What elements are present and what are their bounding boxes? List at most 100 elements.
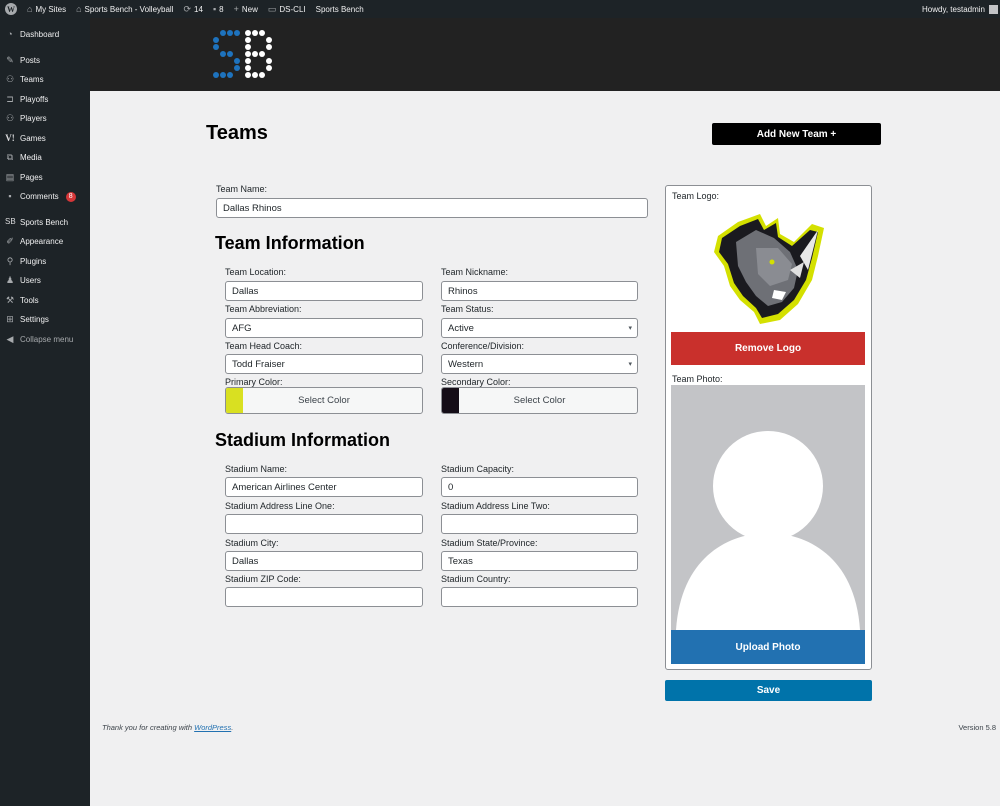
footer-thanks-text: Thank you for creating with bbox=[102, 723, 195, 732]
stadium-country-label: Stadium Country: bbox=[441, 574, 511, 584]
team-name-input[interactable]: Dallas Rhinos bbox=[216, 198, 648, 218]
sports-bench-menu[interactable]: Sports Bench bbox=[311, 0, 369, 18]
team-head-coach-value: Todd Fraiser bbox=[232, 358, 285, 370]
page-title: Teams bbox=[206, 122, 268, 144]
updates-menu[interactable]: ⟳ 14 bbox=[178, 0, 207, 18]
my-sites-menu[interactable]: ⌂ My Sites bbox=[22, 0, 71, 18]
my-sites-label: My Sites bbox=[35, 4, 67, 14]
new-content-menu[interactable]: + New bbox=[229, 0, 263, 18]
sidebar-item-users[interactable]: ♟ Users bbox=[0, 271, 90, 291]
versus-icon: V! bbox=[5, 132, 15, 143]
ds-cli-label: DS-CLI bbox=[279, 4, 306, 14]
team-nickname-input[interactable]: Rhinos bbox=[441, 281, 638, 301]
select-color-label: Select Color bbox=[513, 395, 566, 406]
sidebar-item-teams[interactable]: ⚇ Teams bbox=[0, 70, 90, 90]
team-head-coach-input[interactable]: Todd Fraiser bbox=[225, 354, 423, 374]
stadium-name-input[interactable]: American Airlines Center bbox=[225, 477, 423, 497]
conference-division-select[interactable]: Western ▾ bbox=[441, 354, 638, 374]
sidebar-item-label: Players bbox=[20, 114, 47, 124]
logo-b-dots bbox=[245, 30, 272, 78]
stadium-state-input[interactable]: Texas bbox=[441, 551, 638, 571]
sidebar-item-tools[interactable]: ⚒ Tools bbox=[0, 291, 90, 311]
stadium-zip-input[interactable] bbox=[225, 587, 423, 607]
wordpress-icon: W bbox=[5, 3, 17, 15]
team-name-value: Dallas Rhinos bbox=[223, 202, 282, 214]
stadium-country-input[interactable] bbox=[441, 587, 638, 607]
stadium-city-value: Dallas bbox=[232, 555, 259, 567]
stadium-capacity-input[interactable]: 0 bbox=[441, 477, 638, 497]
sidebar-item-playoffs[interactable]: ⊐ Playoffs bbox=[0, 90, 90, 110]
team-nickname-label: Team Nickname: bbox=[441, 267, 509, 277]
admin-sidebar: ◔ Dashboard ✎ Posts ⚇ Teams ⊐ Playoffs ⚇ Play… bbox=[0, 18, 90, 806]
collapse-icon: ◀ bbox=[6, 333, 14, 344]
sidebar-item-label: Pages bbox=[20, 172, 43, 182]
sidebar-item-sports-bench[interactable]: SB Sports Bench bbox=[0, 213, 90, 233]
sidebar-item-appearance[interactable]: ✐ Appearance bbox=[0, 232, 90, 252]
remove-logo-button[interactable]: Remove Logo bbox=[671, 332, 865, 365]
wrench-icon: ⚒ bbox=[5, 294, 15, 305]
stadium-address-two-label: Stadium Address Line Two: bbox=[441, 501, 550, 511]
sidebar-item-players[interactable]: ⚇ Players bbox=[0, 109, 90, 129]
sidebar-item-comments[interactable]: ▪ Comments 8 bbox=[0, 187, 90, 207]
sidebar-item-label: Collapse menu bbox=[20, 334, 74, 344]
save-button[interactable]: Save bbox=[665, 680, 872, 701]
footer-thanks: Thank you for creating with WordPress. bbox=[102, 723, 233, 732]
secondary-color-swatch bbox=[442, 388, 459, 413]
account-menu[interactable]: Howdy, testadmin bbox=[917, 0, 1000, 18]
comments-badge: 8 bbox=[65, 191, 76, 202]
primary-color-button[interactable]: Select Color bbox=[225, 387, 423, 414]
sidebar-item-label: Posts bbox=[20, 55, 41, 65]
sidebar-item-label: Playoffs bbox=[20, 94, 49, 104]
new-label: New bbox=[241, 4, 258, 14]
stadium-information-heading: Stadium Information bbox=[215, 430, 390, 450]
stadium-state-label: Stadium State/Province: bbox=[441, 538, 538, 548]
comment-icon: ▪ bbox=[8, 191, 12, 202]
pin-icon: ✎ bbox=[6, 54, 14, 65]
team-location-label: Team Location: bbox=[225, 267, 287, 277]
bracket-icon: ⊐ bbox=[6, 93, 14, 104]
sidebar-item-media[interactable]: ⧉ Media bbox=[0, 148, 90, 168]
home-icon: ⌂ bbox=[76, 3, 82, 14]
site-name-menu[interactable]: ⌂ Sports Bench - Volleyball bbox=[71, 0, 178, 18]
primary-color-label: Primary Color: bbox=[225, 377, 283, 387]
team-abbreviation-input[interactable]: AFG bbox=[225, 318, 423, 338]
updates-icon: ⟳ bbox=[183, 3, 192, 14]
sidebar-item-games[interactable]: V! Games bbox=[0, 129, 90, 149]
sidebar-item-label: Games bbox=[20, 133, 46, 143]
stadium-city-input[interactable]: Dallas bbox=[225, 551, 423, 571]
chevron-down-icon: ▾ bbox=[628, 361, 632, 368]
sidebar-item-settings[interactable]: ⊞ Settings bbox=[0, 310, 90, 330]
team-location-input[interactable]: Dallas bbox=[225, 281, 423, 301]
stadium-city-label: Stadium City: bbox=[225, 538, 279, 548]
comments-menu[interactable]: ▪ 8 bbox=[208, 0, 229, 18]
terminal-icon: ▭ bbox=[267, 3, 277, 14]
sidebar-item-label: Media bbox=[20, 153, 42, 163]
team-photo-placeholder bbox=[671, 385, 865, 630]
stadium-address-two-input[interactable] bbox=[441, 514, 638, 534]
add-new-team-button[interactable]: Add New Team + bbox=[712, 123, 881, 145]
wordpress-logo-menu[interactable]: W bbox=[0, 0, 22, 18]
sidebar-item-plugins[interactable]: ⚲ Plugins bbox=[0, 252, 90, 272]
collapse-menu-button[interactable]: ◀ Collapse menu bbox=[0, 330, 90, 350]
sidebar-item-dashboard[interactable]: ◔ Dashboard bbox=[0, 25, 90, 45]
sidebar-item-label: Settings bbox=[20, 315, 49, 325]
team-abbreviation-value: AFG bbox=[232, 322, 252, 334]
sidebar-item-posts[interactable]: ✎ Posts bbox=[0, 51, 90, 71]
sidebar-item-pages[interactable]: ▤ Pages bbox=[0, 168, 90, 188]
person-silhouette-icon bbox=[676, 431, 860, 630]
secondary-color-label: Secondary Color: bbox=[441, 377, 511, 387]
upload-photo-button[interactable]: Upload Photo bbox=[671, 630, 865, 664]
dashboard-icon: ◔ bbox=[7, 29, 13, 40]
secondary-color-button[interactable]: Select Color bbox=[441, 387, 638, 414]
wordpress-link[interactable]: WordPress bbox=[194, 723, 231, 732]
stadium-name-label: Stadium Name: bbox=[225, 464, 288, 474]
ds-cli-menu[interactable]: ▭ DS-CLI bbox=[263, 0, 311, 18]
footer-thanks-suffix: . bbox=[231, 723, 234, 732]
sports-bench-logo bbox=[213, 30, 272, 78]
stadium-zip-label: Stadium ZIP Code: bbox=[225, 574, 301, 584]
user-icon: ♟ bbox=[5, 275, 15, 286]
stadium-capacity-value: 0 bbox=[448, 481, 454, 493]
stadium-address-one-input[interactable] bbox=[225, 514, 423, 534]
comments-count: 8 bbox=[219, 4, 224, 14]
team-status-select[interactable]: Active ▾ bbox=[441, 318, 638, 338]
